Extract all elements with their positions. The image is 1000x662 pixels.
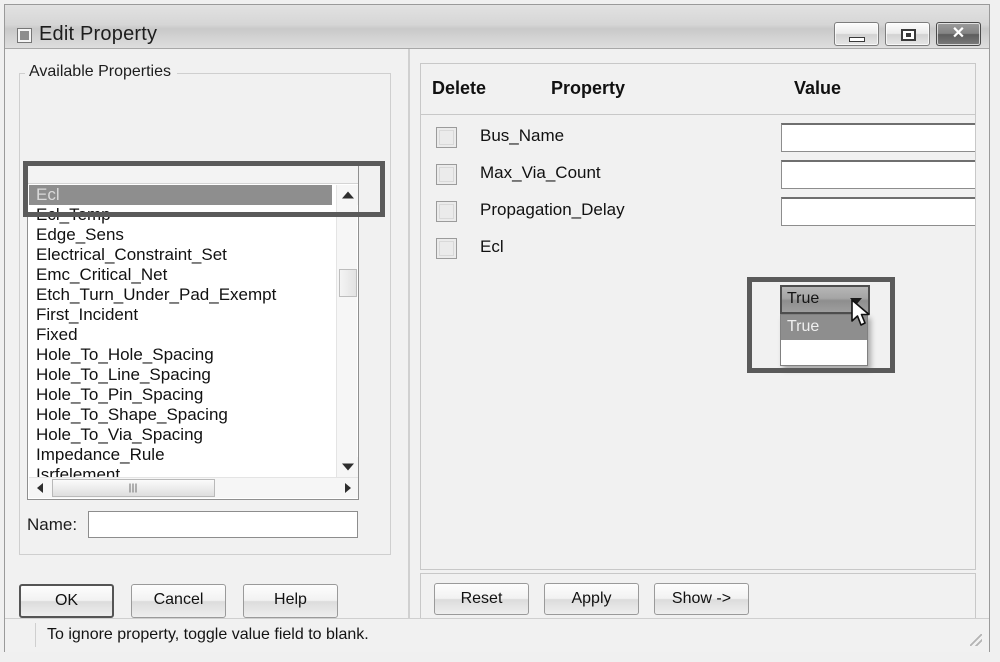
property-table-body: Bus_Name Max_Via_Count Propagation_Delay Ec…: [420, 115, 976, 570]
window-controls: ✕: [834, 22, 981, 46]
status-separator: [35, 623, 36, 647]
cancel-button[interactable]: Cancel: [131, 584, 226, 618]
property-actions-bar: Reset Apply Show ->: [420, 573, 976, 621]
list-item[interactable]: First_Incident: [29, 305, 332, 325]
property-value-input[interactable]: [781, 160, 975, 189]
vertical-scroll-thumb[interactable]: [339, 269, 357, 297]
reset-button[interactable]: Reset: [434, 583, 529, 615]
show-button[interactable]: Show ->: [654, 583, 749, 615]
list-item[interactable]: Ecl: [29, 185, 332, 205]
list-item[interactable]: Hole_To_Hole_Spacing: [29, 345, 332, 365]
list-item[interactable]: Hole_To_Pin_Spacing: [29, 385, 332, 405]
window-title: Edit Property: [39, 23, 158, 45]
list-item[interactable]: Fixed: [29, 325, 332, 345]
column-header-value: Value: [794, 78, 842, 98]
scroll-right-icon: [345, 483, 351, 493]
column-header-delete: Delete: [432, 78, 487, 98]
status-message: To ignore property, toggle value field t…: [47, 626, 369, 643]
ecl-value-combobox[interactable]: True True: [780, 285, 870, 366]
window-app-icon: [17, 28, 32, 43]
horizontal-scroll-thumb[interactable]: [52, 479, 215, 497]
property-table-header: Delete Property Value: [420, 63, 976, 115]
maximize-icon: [901, 29, 916, 41]
screenshot-root: Edit Property ✕ Available Properties Ecl…: [0, 0, 1000, 662]
list-item[interactable]: Hole_To_Via_Spacing: [29, 425, 332, 445]
list-vertical-scrollbar[interactable]: [336, 185, 358, 477]
delete-checkbox[interactable]: [436, 201, 457, 222]
list-item[interactable]: Isrfelement: [29, 465, 332, 477]
list-item[interactable]: Electrical_Constraint_Set: [29, 245, 332, 265]
scroll-left-button[interactable]: [29, 478, 51, 498]
list-item[interactable]: Edge_Sens: [29, 225, 332, 245]
edit-property-window: Edit Property ✕ Available Properties Ecl…: [4, 4, 990, 652]
help-button[interactable]: Help: [243, 584, 338, 618]
delete-checkbox[interactable]: [436, 238, 457, 259]
name-input[interactable]: [88, 511, 359, 538]
combobox-option[interactable]: True: [781, 315, 867, 340]
table-row: Bus_Name: [421, 119, 975, 156]
resize-grip-icon[interactable]: [970, 634, 982, 646]
minimize-icon: [849, 37, 865, 42]
title-bar[interactable]: Edit Property ✕: [5, 5, 989, 49]
list-item[interactable]: Emc_Critical_Net: [29, 265, 332, 285]
list-item[interactable]: Impedance_Rule: [29, 445, 332, 465]
name-row: Name:: [27, 511, 359, 538]
available-properties-label: Available Properties: [25, 63, 178, 81]
ok-button[interactable]: OK: [19, 584, 114, 618]
property-name: Max_Via_Count: [480, 163, 601, 182]
table-row: Max_Via_Count: [421, 156, 975, 193]
scroll-thumb-grip-icon: [129, 483, 138, 493]
scroll-left-icon: [37, 483, 43, 493]
close-button[interactable]: ✕: [936, 22, 981, 46]
property-name: Bus_Name: [480, 126, 565, 145]
scroll-right-button[interactable]: [337, 478, 358, 498]
status-bar: To ignore property, toggle value field t…: [5, 618, 989, 651]
dialog-buttons: OK Cancel Help: [19, 584, 338, 618]
list-horizontal-scrollbar[interactable]: [29, 477, 358, 498]
panel-divider: [408, 49, 410, 619]
name-label: Name:: [27, 514, 78, 534]
property-name: Ecl: [480, 237, 504, 256]
available-properties-listbox[interactable]: Ecl Ecl_Temp Edge_Sens Electrical_Constrain…: [27, 164, 359, 500]
delete-checkbox[interactable]: [436, 164, 457, 185]
maximize-button[interactable]: [885, 22, 930, 46]
property-filter-input[interactable]: [28, 165, 358, 184]
property-action-buttons: Reset Apply Show ->: [434, 583, 749, 615]
combobox-option-list[interactable]: True: [780, 314, 868, 366]
delete-checkbox[interactable]: [436, 127, 457, 148]
property-table-panel: Delete Property Value Bus_Name Max_Via_Co…: [420, 63, 976, 621]
apply-button[interactable]: Apply: [544, 583, 639, 615]
list-item[interactable]: Hole_To_Shape_Spacing: [29, 405, 332, 425]
scroll-up-icon: [341, 191, 354, 199]
table-row: Ecl: [421, 230, 975, 267]
property-list-items[interactable]: Ecl Ecl_Temp Edge_Sens Electrical_Constrain…: [29, 185, 332, 477]
scroll-down-icon: [341, 463, 354, 471]
chevron-down-icon[interactable]: [850, 298, 862, 305]
list-item[interactable]: Etch_Turn_Under_Pad_Exempt: [29, 285, 332, 305]
scroll-down-button[interactable]: [337, 457, 358, 477]
list-item[interactable]: Hole_To_Line_Spacing: [29, 365, 332, 385]
property-value-input[interactable]: [781, 123, 975, 152]
column-header-property: Property: [551, 78, 626, 98]
table-row: Propagation_Delay: [421, 193, 975, 230]
scroll-up-button[interactable]: [337, 185, 358, 205]
list-item[interactable]: Ecl_Temp: [29, 205, 332, 225]
combobox-option[interactable]: [781, 340, 867, 365]
minimize-button[interactable]: [834, 22, 879, 46]
combobox-closed-field[interactable]: True: [780, 285, 870, 314]
window-body: Available Properties Ecl Ecl_Temp Edge_Sen…: [5, 49, 989, 652]
combobox-selected-value: True: [787, 290, 820, 307]
close-icon: ✕: [951, 25, 966, 42]
property-value-input[interactable]: [781, 197, 975, 226]
property-name: Propagation_Delay: [480, 200, 625, 219]
